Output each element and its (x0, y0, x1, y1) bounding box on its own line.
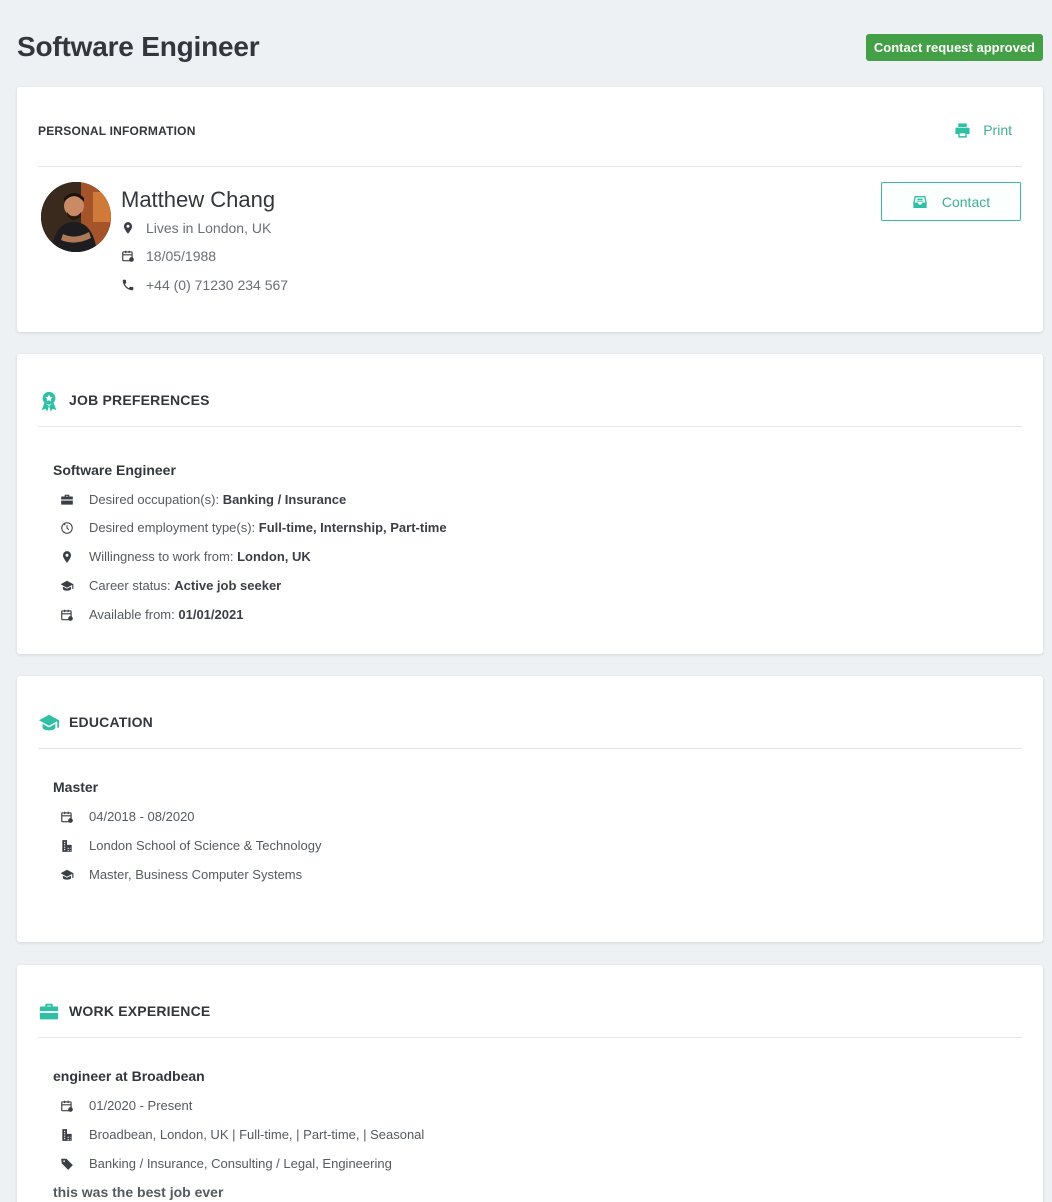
career-status-value: Active job seeker (174, 578, 282, 593)
graduation-cap-icon (60, 579, 74, 593)
work-location-row: Willingness to work from: London, UK (60, 549, 311, 564)
education-school: London School of Science & Technology (89, 838, 322, 853)
work-description: this was the best job ever (53, 1184, 224, 1200)
employment-type-label: Desired employment type(s): (89, 520, 256, 535)
page-header: Software Engineer Contact request approv… (0, 0, 1052, 86)
education-school-row: London School of Science & Technology (60, 838, 321, 853)
job-preferences-header: Job Preferences (38, 354, 1022, 427)
contact-label: Contact (941, 193, 991, 210)
tag-icon (60, 1157, 74, 1171)
desired-occupation-value: Banking / Insurance (222, 492, 347, 507)
personal-information-card: Personal Information Print Matthew Chang… (17, 87, 1043, 332)
available-from-value: 01/01/2021 (178, 607, 244, 622)
job-preferences-card: Job Preferences Software Engineer Desire… (17, 354, 1043, 654)
education-field-row: Master, Business Computer Systems (60, 867, 302, 882)
candidate-name: Matthew Chang (121, 187, 276, 212)
print-label: Print (983, 122, 1012, 138)
work-dates-row: 01/2020 - Present (60, 1098, 192, 1113)
birthdate-text: 18/05/1988 (146, 248, 217, 264)
status-badge: Contact request approved (865, 34, 1043, 61)
education-header: Education (38, 676, 1022, 749)
phone-text: +44 (0) 71230 234 567 (146, 277, 289, 293)
location-pin-icon (60, 550, 74, 564)
print-button[interactable]: Print (954, 118, 1012, 142)
work-sectors-row: Banking / Insurance, Consulting / Legal,… (60, 1156, 392, 1171)
personal-information-title: Personal Information (38, 124, 196, 138)
career-status-label: Career status: (89, 578, 171, 593)
location-row: Lives in London, UK (121, 220, 271, 236)
calendar-icon (60, 608, 74, 622)
work-dates: 01/2020 - Present (89, 1098, 193, 1113)
work-experience-title: Work Experience (69, 1003, 211, 1019)
employment-type-value: Full-time, Internship, Part-time (258, 520, 447, 535)
work-position: engineer at Broadbean (53, 1068, 205, 1084)
printer-icon (954, 122, 971, 139)
available-from-label: Available from: (89, 607, 175, 622)
work-company-row: Broadbean, London, UK | Full-time, | Par… (60, 1127, 424, 1142)
desired-occupation-label: Desired occupation(s): (89, 492, 220, 507)
education-title: Education (69, 714, 153, 730)
briefcase-icon (60, 493, 74, 507)
education-card: Education Master 04/2018 - 08/2020 Londo… (17, 676, 1043, 942)
page-title: Software Engineer (17, 31, 260, 62)
clock-icon (60, 521, 74, 535)
work-company: Broadbean, London, UK | Full-time, | Par… (89, 1127, 425, 1142)
education-degree: Master (53, 779, 99, 795)
graduation-cap-icon (60, 868, 74, 882)
location-pin-icon (121, 221, 135, 235)
building-icon (60, 839, 74, 853)
work-experience-header: Work Experience (38, 965, 1022, 1038)
desired-occupation-row: Desired occupation(s): Banking / Insuran… (60, 492, 346, 507)
contact-button[interactable]: Contact (881, 182, 1021, 221)
graduation-cap-icon (38, 712, 60, 734)
phone-row: +44 (0) 71230 234 567 (121, 277, 288, 293)
available-from-row: Available from: 01/01/2021 (60, 607, 243, 622)
work-experience-card: Work Experience engineer at Broadbean 01… (17, 965, 1043, 1202)
career-status-row: Career status: Active job seeker (60, 578, 281, 593)
personal-information-header: Personal Information Print (38, 118, 1022, 167)
work-location-value: London, UK (237, 549, 311, 564)
calendar-icon (60, 810, 74, 824)
education-field: Master, Business Computer Systems (89, 867, 303, 882)
work-sectors: Banking / Insurance, Consulting / Legal,… (89, 1156, 392, 1171)
employment-type-row: Desired employment type(s): Full-time, I… (60, 520, 447, 535)
briefcase-icon (38, 1001, 60, 1023)
education-dates: 04/2018 - 08/2020 (89, 809, 195, 824)
preferred-job-title: Software Engineer (53, 462, 176, 478)
building-icon (60, 1128, 74, 1142)
job-preferences-title: Job Preferences (69, 392, 210, 408)
calendar-icon (121, 249, 135, 263)
calendar-icon (60, 1099, 74, 1113)
education-dates-row: 04/2018 - 08/2020 (60, 809, 195, 824)
phone-icon (121, 278, 135, 292)
location-text: Lives in London, UK (146, 220, 272, 236)
work-location-label: Willingness to work from: (89, 549, 234, 564)
award-ribbon-icon (38, 390, 60, 412)
avatar[interactable] (41, 182, 111, 252)
birthdate-row: 18/05/1988 (121, 248, 216, 264)
inbox-icon (912, 194, 928, 210)
